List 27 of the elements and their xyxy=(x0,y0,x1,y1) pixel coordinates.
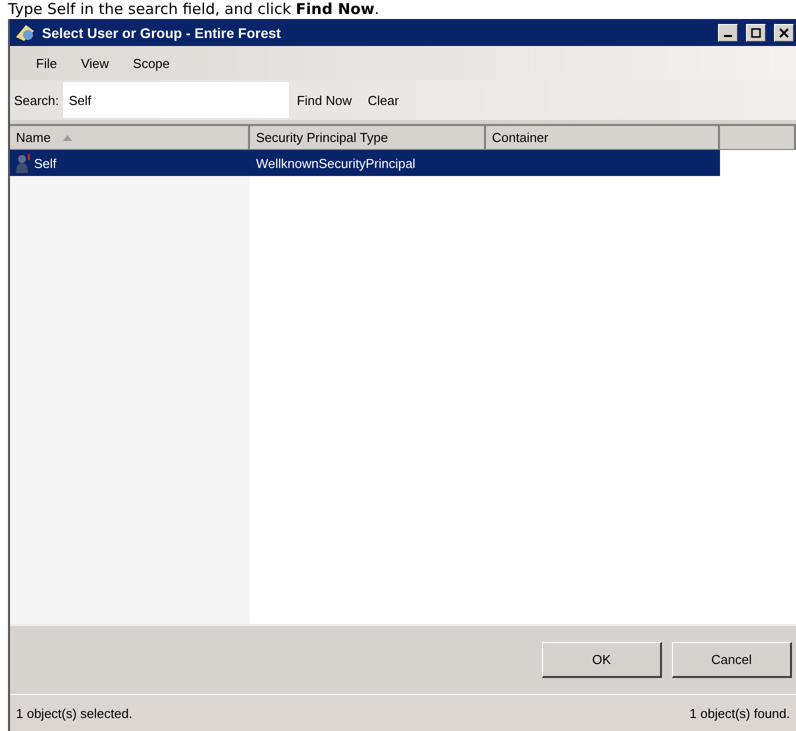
table-cell: Self xyxy=(34,156,56,170)
app-icon xyxy=(14,22,36,42)
result-row[interactable]: Self WellknownSecurityPrincipal xyxy=(10,150,720,176)
table-cell: WellknownSecurityPrincipal xyxy=(256,156,416,170)
close-icon xyxy=(779,28,789,38)
search-action-button[interactable]: Find Now xyxy=(288,92,360,108)
search-label: Search: xyxy=(13,92,60,108)
status-text: 1 object(s) selected. xyxy=(16,706,132,720)
status-text: 1 object(s) found. xyxy=(690,706,790,720)
close-button[interactable] xyxy=(774,24,794,42)
search-action-button[interactable]: Clear xyxy=(360,92,407,108)
search-field[interactable]: Self xyxy=(62,82,289,118)
column-header[interactable]: Container xyxy=(486,126,720,150)
dialog-button[interactable]: OK xyxy=(542,642,662,678)
menu-item[interactable]: Scope xyxy=(120,56,182,70)
minimize-icon xyxy=(724,34,732,36)
dialog-button[interactable]: Cancel xyxy=(672,642,792,678)
menu-item[interactable]: File xyxy=(24,56,69,70)
column-header[interactable]: Security Principal Type xyxy=(250,126,486,150)
instruction-text: Type Self in the search field, and click Find Now. xyxy=(7,0,380,19)
column-header[interactable]: Name xyxy=(10,126,250,150)
window-title: Select User or Group - Entire Forest xyxy=(42,24,282,40)
menu-item[interactable]: View xyxy=(68,56,121,70)
maximize-button[interactable] xyxy=(746,24,766,42)
maximize-icon xyxy=(751,28,761,38)
user-icon xyxy=(16,153,32,173)
minimize-button[interactable] xyxy=(718,24,738,42)
